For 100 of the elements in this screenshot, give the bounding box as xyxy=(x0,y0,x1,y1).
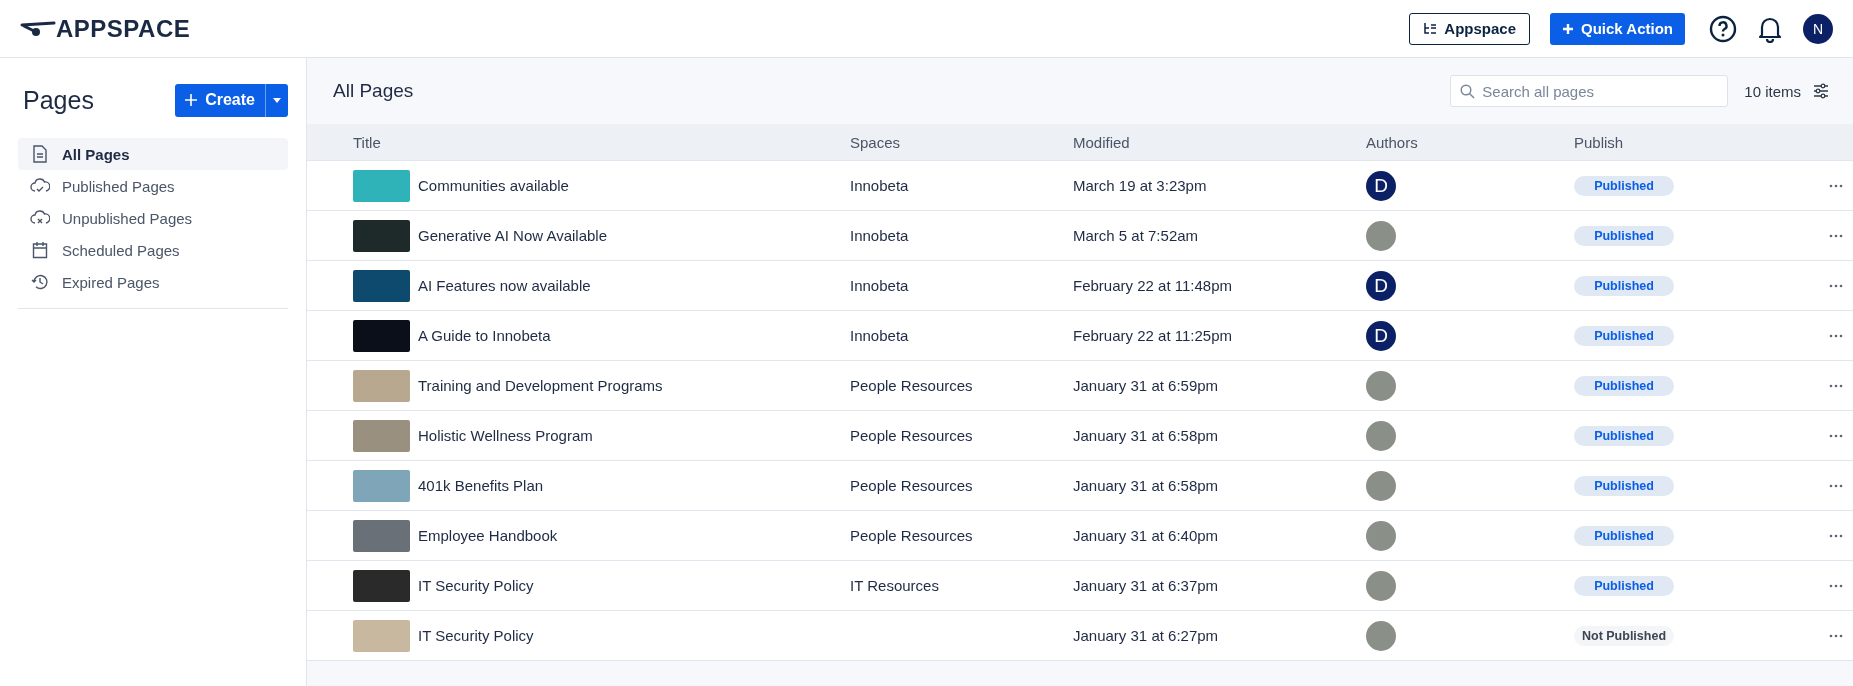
table-cell: January 31 at 6:58pm xyxy=(1073,427,1219,444)
table-cell: January 31 at 6:27pm xyxy=(1073,627,1219,644)
search-icon xyxy=(1460,84,1476,99)
status-badge: Not Published xyxy=(1574,625,1674,646)
page-title-link[interactable]: IT Security Policy xyxy=(418,577,534,594)
item-count: 10 items xyxy=(1744,82,1801,100)
table-cell: People Resources xyxy=(850,477,973,494)
photo-placeholder xyxy=(353,219,410,252)
status-badge: Published xyxy=(1574,475,1674,496)
page-title-link[interactable]: 401k Benefits Plan xyxy=(418,477,544,494)
page-title-link[interactable]: Employee Handbook xyxy=(418,527,558,544)
page-title-link[interactable]: Holistic Wellness Program xyxy=(418,427,593,444)
table-cell: Innobeta xyxy=(850,277,909,294)
status-badge: Published xyxy=(1574,525,1674,546)
page-title: All Pages xyxy=(333,80,414,102)
author-avatar: D xyxy=(1366,320,1396,351)
help-icon[interactable] xyxy=(1709,14,1737,43)
table-cell: People Resources xyxy=(850,377,973,394)
more-icon[interactable] xyxy=(1829,233,1843,238)
status-badge: Published xyxy=(1574,425,1674,446)
calendar-icon xyxy=(30,241,50,259)
table-cell: Innobeta xyxy=(850,227,909,244)
status-badge: Published xyxy=(1574,175,1674,196)
create-button[interactable]: Create xyxy=(175,83,265,117)
photo-placeholder xyxy=(353,369,410,402)
column-header[interactable]: Modified xyxy=(1073,133,1366,151)
search-field[interactable]: Search all pages xyxy=(1450,75,1729,107)
plus-icon xyxy=(1562,22,1575,35)
page-title-link[interactable]: A Guide to Innobeta xyxy=(418,327,551,344)
author-photo-placeholder xyxy=(1366,520,1396,551)
author-photo-placeholder xyxy=(1366,420,1396,451)
create-dropdown-button[interactable] xyxy=(265,83,288,117)
table-cell: February 22 at 11:48pm xyxy=(1073,277,1232,294)
more-icon[interactable] xyxy=(1829,333,1843,338)
photo-placeholder xyxy=(353,569,410,602)
document-icon xyxy=(30,145,50,163)
status-badge: Published xyxy=(1574,275,1674,296)
sidebar-item[interactable]: Scheduled Pages xyxy=(18,234,288,266)
photo-placeholder xyxy=(353,269,410,302)
plus-icon xyxy=(185,94,198,106)
table-cell: February 22 at 11:25pm xyxy=(1073,327,1232,344)
author-photo-placeholder xyxy=(1366,620,1396,651)
status-badge: Published xyxy=(1574,375,1674,396)
more-icon[interactable] xyxy=(1829,383,1843,388)
author-photo-placeholder xyxy=(1366,370,1396,401)
column-header[interactable]: Title xyxy=(307,133,850,151)
cloud-cross-icon xyxy=(30,210,50,226)
sidebar-item[interactable]: Expired Pages xyxy=(18,266,288,298)
author-avatar: D xyxy=(1366,170,1396,201)
history-icon xyxy=(30,273,50,291)
more-icon[interactable] xyxy=(1829,433,1843,438)
table-cell: March 5 at 7:52am xyxy=(1073,227,1199,244)
table-cell: People Resources xyxy=(850,427,973,444)
photo-placeholder xyxy=(353,619,410,652)
table-cell: January 31 at 6:59pm xyxy=(1073,377,1219,394)
page-title-link[interactable]: IT Security Policy xyxy=(418,627,534,644)
sidebar-item[interactable]: Published Pages xyxy=(18,170,288,202)
column-header[interactable]: Spaces xyxy=(850,133,1073,151)
author-photo-placeholder xyxy=(1366,470,1396,501)
page-title-link[interactable]: AI Features now available xyxy=(418,277,591,294)
more-icon[interactable] xyxy=(1829,483,1843,488)
more-icon[interactable] xyxy=(1829,633,1843,638)
more-icon[interactable] xyxy=(1829,533,1843,538)
status-badge: Published xyxy=(1574,325,1674,346)
column-header[interactable]: Authors xyxy=(1366,133,1574,151)
logo-icon xyxy=(20,19,56,38)
photo-placeholder xyxy=(353,519,410,552)
table-cell: January 31 at 6:40pm xyxy=(1073,527,1219,544)
filter-sliders-icon[interactable] xyxy=(1813,83,1829,99)
sidebar-item[interactable]: Unpublished Pages xyxy=(18,202,288,234)
appspace-button[interactable]: Appspace xyxy=(1409,12,1531,45)
caret-icon xyxy=(273,97,281,103)
more-icon[interactable] xyxy=(1829,183,1843,188)
table-cell: IT Resources xyxy=(850,577,939,594)
sidebar-item[interactable]: All Pages xyxy=(18,138,288,170)
logo-text: APPSPACE xyxy=(56,14,191,43)
table-cell: January 31 at 6:58pm xyxy=(1073,477,1219,494)
author-photo-placeholder xyxy=(1366,570,1396,601)
more-icon[interactable] xyxy=(1829,583,1843,588)
photo-placeholder xyxy=(353,169,410,202)
column-header[interactable]: Publish xyxy=(1574,133,1772,151)
photo-placeholder xyxy=(353,469,410,502)
page-title-link[interactable]: Generative AI Now Available xyxy=(418,227,607,244)
user-avatar[interactable]: N xyxy=(1803,13,1833,44)
table-cell: Innobeta xyxy=(850,177,909,194)
page-title-link[interactable]: Training and Development Programs xyxy=(418,377,663,394)
table-cell: January 31 at 6:37pm xyxy=(1073,577,1219,594)
photo-placeholder xyxy=(353,419,410,452)
status-badge: Published xyxy=(1574,225,1674,246)
quick-action-button[interactable]: Quick Action xyxy=(1550,12,1685,45)
table-cell: March 19 at 3:23pm xyxy=(1073,177,1207,194)
cloud-check-icon xyxy=(30,178,50,194)
table-cell: Innobeta xyxy=(850,327,909,344)
hierarchy-icon xyxy=(1423,21,1438,36)
author-avatar: D xyxy=(1366,270,1396,301)
status-badge: Published xyxy=(1574,575,1674,596)
table-cell: People Resources xyxy=(850,527,973,544)
author-photo-placeholder xyxy=(1366,220,1396,251)
more-icon[interactable] xyxy=(1829,283,1843,288)
page-title-link[interactable]: Communities available xyxy=(418,177,569,194)
